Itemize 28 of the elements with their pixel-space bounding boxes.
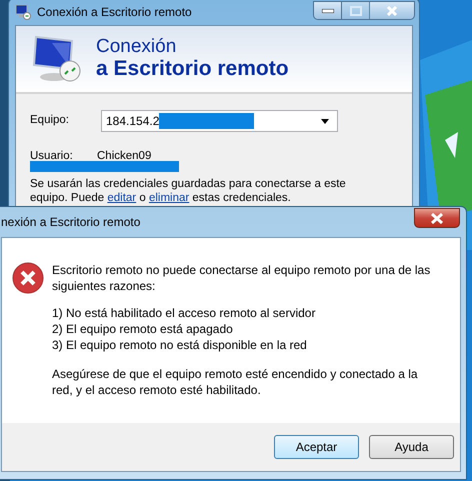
edit-link[interactable]: editar [107, 192, 136, 204]
remote-desktop-icon [15, 4, 31, 20]
field-label: Equipo: [30, 113, 70, 128]
reason-text: 3) El equipo remoto no está disponible en la red [52, 338, 308, 354]
error-icon [12, 262, 44, 294]
username-text: Chicken09 [97, 149, 152, 164]
header-title: Conexión [96, 37, 178, 58]
dialog-button[interactable]: Ayuda [369, 435, 454, 459]
reason-text: 1) No está habilitado el acceso remoto al servidor [52, 306, 316, 322]
minimize-button[interactable] [314, 2, 342, 19]
close-icon [386, 6, 398, 16]
close-icon [430, 212, 444, 224]
delete-link[interactable]: eliminar [148, 192, 190, 204]
field-label: Usuario: [30, 149, 74, 164]
dialog-button[interactable]: Aceptar [274, 435, 359, 459]
window-title: Conexión a Escritorio remoto [37, 4, 192, 21]
minimize-icon [322, 8, 334, 12]
dialog-title: nexión a Escritorio remoto [1, 214, 140, 231]
reason-text: 2) El equipo remoto está apagado [52, 322, 234, 338]
caret-icon [321, 119, 329, 124]
monitor-icon [32, 35, 82, 83]
header-title: a Escritorio remoto [96, 57, 289, 81]
advice-text: Asegúrese de que el equipo remoto esté encendido y conectado a la red, y el acceso remoto esté habilitado. [52, 367, 419, 398]
close-button[interactable] [414, 208, 460, 228]
maximize-icon [350, 6, 362, 16]
credentials-note: Se usarán las credenciales guardadas para conectarse a este equipo. Puede editar o eliminar estas credenciales. [30, 178, 347, 206]
computer-dropdown[interactable]: 184.154.2 [101, 110, 338, 132]
error-message: Escritorio remoto no puede conectarse al equipo remoto por una de las siguientes razones: [52, 262, 432, 294]
